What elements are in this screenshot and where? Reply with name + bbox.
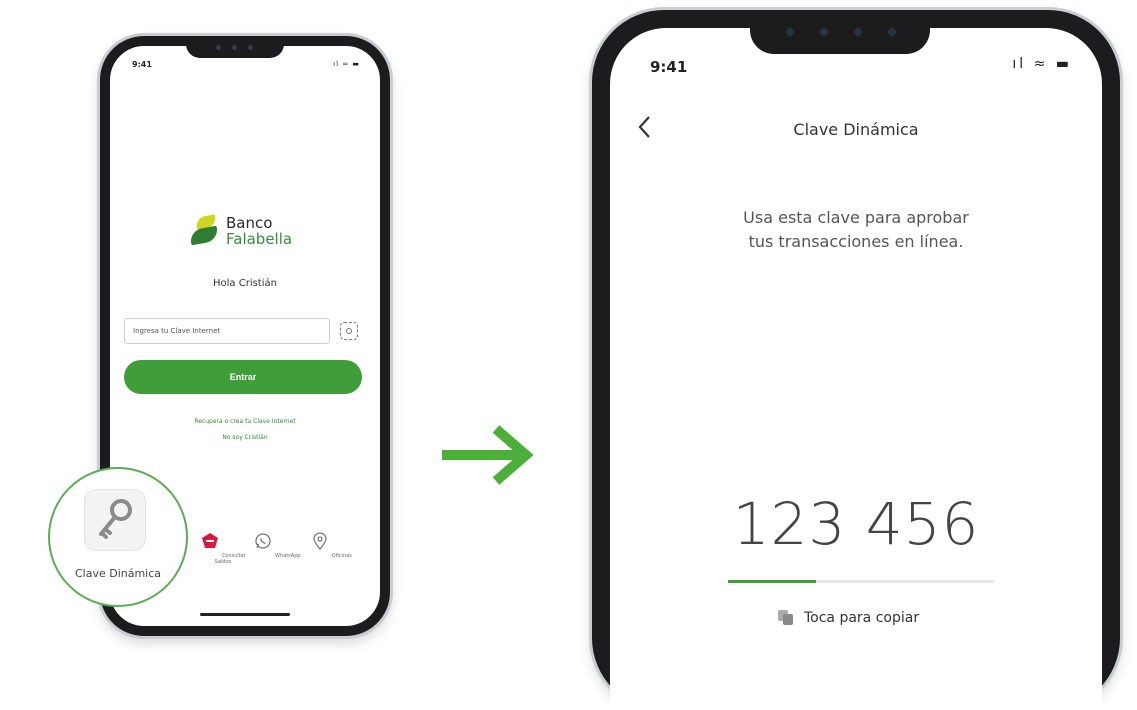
copy-button[interactable]: Toca para copiar <box>778 610 919 626</box>
description: Usa esta clave para aprobar tus transacc… <box>610 206 1102 254</box>
location-pin-icon <box>313 532 327 550</box>
home-indicator <box>200 613 290 616</box>
banco-falabella-logo: Banco Falabella <box>188 212 308 252</box>
page-title: Clave Dinámica <box>793 120 919 139</box>
greeting: Hola Cristián <box>213 278 277 289</box>
phone-notch <box>750 10 930 54</box>
logo-line2: Falabella <box>226 230 293 248</box>
password-input[interactable]: Ingresa tu Clave Internet <box>124 318 330 344</box>
bottom-item-label: Oficinas <box>331 553 352 559</box>
bottom-item-saldos[interactable]: Consultar Saldos <box>198 531 248 565</box>
phone-notch <box>186 36 284 58</box>
status-time: 9:41 <box>132 60 152 69</box>
copy-label: Toca para copiar <box>804 610 920 626</box>
clave-dinamica-button[interactable]: Clave Dinámica <box>48 467 188 607</box>
clave-dinamica-screen: 9:41 ıl ≈ ▬ Clave Dinámica Usa esta clav… <box>610 28 1102 710</box>
description-line1: Usa esta clave para aprobar <box>743 208 969 227</box>
bottom-item-label: Consultar Saldos <box>214 553 246 565</box>
clave-dinamica-tile <box>84 489 146 551</box>
code-timer-bar <box>728 580 994 583</box>
recover-password-link[interactable]: Recupera o crea tu Clave Internet <box>110 418 380 425</box>
code-timer-fill <box>728 580 816 583</box>
face-id-icon[interactable] <box>340 322 358 340</box>
bottom-item-oficinas[interactable]: Oficinas <box>306 531 356 559</box>
bottom-item-label: WhatsApp <box>275 553 301 559</box>
enter-button[interactable]: Entrar <box>124 360 362 394</box>
description-line2: tus transacciones en línea. <box>748 232 964 251</box>
bottom-item-whatsapp[interactable]: WhatsApp <box>252 531 302 559</box>
clave-dinamica-label: Clave Dinámica <box>74 567 162 580</box>
whatsapp-icon <box>255 533 272 549</box>
password-placeholder: Ingresa tu Clave Internet <box>133 327 221 335</box>
status-icons: ıl ≈ ▬ <box>1012 56 1072 72</box>
copy-icon <box>778 610 794 626</box>
status-time: 9:41 <box>650 58 688 76</box>
cmr-icon <box>202 533 219 548</box>
clave-dinamica-phone-mockup: 9:41 ıl ≈ ▬ Clave Dinámica Usa esta clav… <box>592 10 1120 710</box>
arrow-right-icon <box>442 425 534 485</box>
not-user-link[interactable]: No soy Cristián <box>110 434 380 441</box>
status-icons: ıl ≈ ▬ <box>333 60 360 68</box>
dynamic-code[interactable]: 123 456 <box>610 490 1102 558</box>
key-icon <box>99 499 132 539</box>
